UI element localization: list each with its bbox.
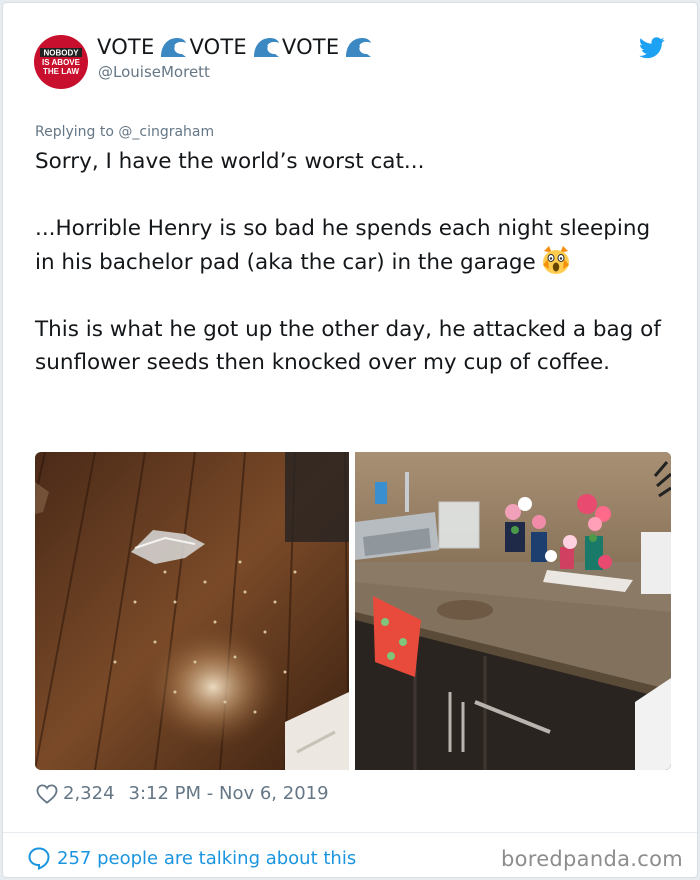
talking-text: 257 people are talking about this (57, 847, 357, 869)
svg-text:THE LAW: THE LAW (43, 67, 79, 76)
tweet-timestamp[interactable]: 3:12 PM - Nov 6, 2019 (129, 783, 329, 804)
tweet-text: Sorry, I have the world’s worst cat... .… (35, 145, 675, 380)
user-handle[interactable]: @LouiseMorett (98, 63, 210, 81)
svg-text:IS ABOVE: IS ABOVE (42, 58, 81, 67)
tweet-meta: 2,324 3:12 PM - Nov 6, 2019 (36, 783, 329, 804)
display-name-word: VOTE (281, 35, 340, 59)
tweet-paragraph: This is what he got up the other day, he… (35, 317, 661, 376)
divider (3, 832, 697, 833)
avatar[interactable]: NOBODY IS ABOVE THE LAW (34, 35, 88, 89)
conversation-link[interactable]: 257 people are talking about this (27, 846, 356, 870)
water-wave-icon (343, 35, 373, 59)
replying-to[interactable]: Replying to @_cingraham (35, 124, 214, 140)
tweet-photo-kitchen[interactable] (355, 452, 671, 770)
tweet-card: NOBODY IS ABOVE THE LAW VOTE VOTE VOTE @… (2, 2, 698, 878)
like-count[interactable]: 2,324 (63, 783, 115, 804)
display-name-word: VOTE (189, 35, 247, 59)
tweet-photo-floor[interactable] (35, 452, 349, 770)
avatar-logo: NOBODY IS ABOVE THE LAW (40, 48, 82, 76)
tweet-paragraph: Sorry, I have the world’s worst cat... (35, 149, 425, 174)
display-name-word: VOTE (97, 35, 155, 59)
svg-text:NOBODY: NOBODY (43, 49, 79, 58)
speech-bubble-icon (28, 847, 50, 870)
screaming-cat-icon (540, 245, 572, 275)
water-wave-icon (251, 35, 281, 59)
water-wave-icon (158, 35, 188, 59)
twitter-bird-icon[interactable] (639, 37, 665, 59)
display-name[interactable]: VOTE VOTE VOTE (97, 35, 374, 59)
tweet-paragraph: ...Horrible Henry is so bad he spends ea… (35, 212, 675, 280)
watermark: boredpanda.com (500, 847, 683, 871)
heart-icon[interactable] (36, 783, 58, 804)
